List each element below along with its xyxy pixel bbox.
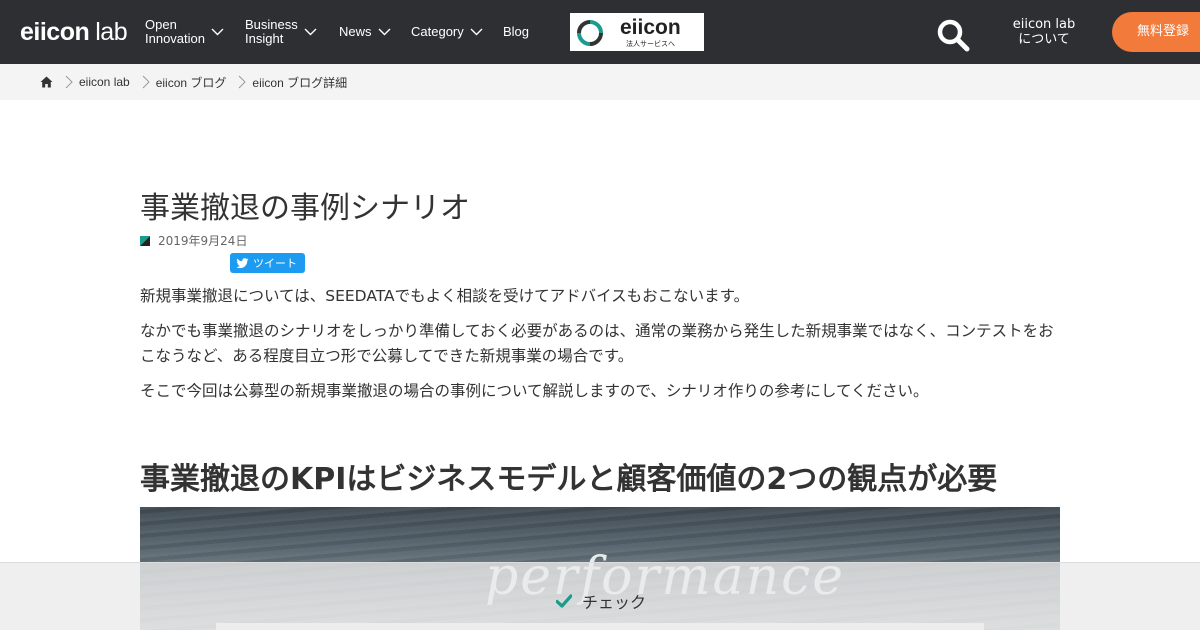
chevron-down-icon xyxy=(304,28,317,36)
nav-open-innovation[interactable]: Open Innovation xyxy=(145,18,224,46)
nav-label: Blog xyxy=(503,24,530,39)
article-paragraph: なかでも事業撤退のシナリオをしっかり準備しておく必要があるのは、通常の業務から発… xyxy=(140,322,1054,365)
section-heading: 事業撤退のKPIはビジネスモデルと顧客価値の2つの観点が必要 xyxy=(140,462,998,497)
article-paragraph: 新規事業撤退については、SEEDATAでもよく相談を受けてアドバイスもおこないま… xyxy=(140,287,750,305)
chevron-right-icon xyxy=(239,75,247,89)
breadcrumb-item[interactable]: eiicon ブログ xyxy=(156,74,227,91)
breadcrumb: eiicon lab eiicon ブログ eiicon ブログ詳細 xyxy=(0,64,1200,100)
about-link[interactable]: eiicon lab について xyxy=(1000,17,1088,47)
register-button[interactable]: 無料登録 xyxy=(1112,12,1200,52)
check-button[interactable]: チェック xyxy=(556,589,646,613)
home-icon[interactable] xyxy=(40,76,53,88)
site-logo[interactable]: eiicon lab xyxy=(20,18,128,47)
twitter-bird-icon xyxy=(236,257,249,268)
check-label: チェック xyxy=(582,593,647,612)
article-date: 2019年9月24日 xyxy=(140,232,247,249)
breadcrumb-current: eiicon ブログ詳細 xyxy=(252,75,348,90)
article-title: 事業撤退の事例シナリオ xyxy=(140,191,470,226)
logo-sub: lab xyxy=(95,18,128,46)
checkmark-icon xyxy=(556,594,572,608)
nav-category[interactable]: Category xyxy=(411,25,483,39)
refresh-logo-icon xyxy=(577,20,603,46)
site-header: eiicon lab Open Innovation Business Insig… xyxy=(0,0,1200,64)
about-line: eiicon lab xyxy=(1012,17,1076,32)
chevron-down-icon xyxy=(378,28,391,36)
article-paragraph: そこで今回は公募型の新規事業撤退の場合の事例について解説しますので、シナリオ作り… xyxy=(140,382,929,400)
nav-news[interactable]: News xyxy=(339,25,391,39)
nav-blog[interactable]: Blog xyxy=(503,25,529,39)
tweet-label: ツイート xyxy=(253,257,297,270)
nav-label: Business xyxy=(245,17,298,32)
nav-label: Innovation xyxy=(145,31,205,46)
nav-label: News xyxy=(339,24,372,39)
logo-main: eiicon xyxy=(20,18,90,46)
banner-brand: eiicon xyxy=(620,16,681,39)
banner-sub: 法人サービスへ xyxy=(626,40,675,48)
chevron-down-icon xyxy=(470,28,483,36)
nav-label: Category xyxy=(411,24,464,39)
corporate-service-banner[interactable]: eiicon 法人サービスへ xyxy=(570,13,704,51)
nav-business-insight[interactable]: Business Insight xyxy=(245,18,317,46)
tweet-button[interactable]: ツイート xyxy=(230,253,305,273)
nav-label: Open xyxy=(145,17,177,32)
date-text: 2019年9月24日 xyxy=(158,234,248,248)
chevron-right-icon xyxy=(142,75,150,89)
search-icon[interactable] xyxy=(936,18,970,52)
nav-label: Insight xyxy=(245,31,284,46)
chevron-right-icon xyxy=(65,75,73,89)
about-line: について xyxy=(1018,32,1070,47)
chevron-down-icon xyxy=(211,28,224,36)
category-mark-icon xyxy=(140,235,150,246)
breadcrumb-item[interactable]: eiicon lab xyxy=(79,75,130,89)
